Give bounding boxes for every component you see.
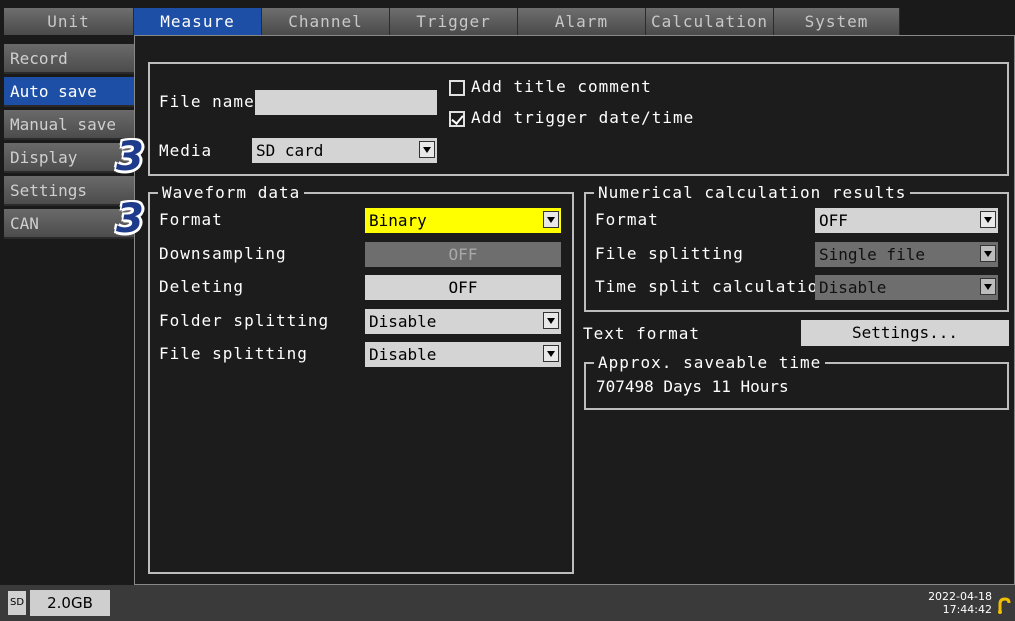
deleting-button[interactable]: OFF bbox=[365, 275, 561, 300]
sidebar-item-auto-save[interactable]: Auto save bbox=[4, 77, 134, 107]
tab-calculation[interactable]: Calculation bbox=[646, 8, 774, 35]
numerical-format-label: Format bbox=[595, 210, 659, 229]
numerical-panel-title: Numerical calculation results bbox=[594, 183, 911, 202]
chevron-down-icon bbox=[419, 141, 435, 158]
downsampling-label: Downsampling bbox=[159, 244, 287, 263]
waveform-file-splitting-value: Disable bbox=[369, 345, 437, 364]
storage-capacity: 2.0GB bbox=[30, 590, 110, 616]
waveform-file-splitting-label: File splitting bbox=[159, 344, 308, 363]
chevron-down-icon bbox=[980, 278, 996, 295]
add-trigger-datetime-checkbox[interactable] bbox=[449, 111, 465, 127]
sidebar-item-display[interactable]: Display bbox=[4, 143, 134, 173]
waveform-format-value: Binary bbox=[369, 211, 427, 230]
clock: 2022-04-18 17:44:42 bbox=[922, 590, 992, 616]
waveform-panel-title: Waveform data bbox=[158, 183, 305, 202]
chevron-down-icon bbox=[543, 345, 559, 362]
sidebar-item-can[interactable]: CAN bbox=[4, 209, 134, 239]
key-lock-icon bbox=[997, 596, 1011, 614]
file-name-input[interactable] bbox=[255, 90, 437, 115]
numerical-file-splitting-select[interactable]: Single file bbox=[815, 242, 998, 267]
saveable-time-value: 707498 Days 11 Hours bbox=[596, 377, 789, 396]
sidebar-item-settings[interactable]: Settings bbox=[4, 176, 134, 206]
tab-channel[interactable]: Channel bbox=[262, 8, 390, 35]
tab-measure[interactable]: Measure bbox=[134, 8, 262, 35]
waveform-file-splitting-select[interactable]: Disable bbox=[365, 342, 561, 367]
time-split-label: Time split calculation bbox=[595, 277, 829, 296]
sidebar-item-manual-save[interactable]: Manual save bbox=[4, 110, 134, 140]
time-split-select[interactable]: Disable bbox=[815, 275, 998, 300]
chevron-down-icon bbox=[543, 312, 559, 329]
tab-unit[interactable]: Unit bbox=[4, 8, 134, 35]
media-label: Media bbox=[159, 141, 213, 160]
deleting-label: Deleting bbox=[159, 277, 245, 296]
clock-date: 2022-04-18 bbox=[928, 590, 992, 603]
numerical-file-splitting-value: Single file bbox=[819, 245, 925, 264]
clock-time: 17:44:42 bbox=[942, 603, 992, 616]
numerical-file-splitting-label: File splitting bbox=[595, 244, 744, 263]
media-value: SD card bbox=[256, 141, 324, 160]
chevron-down-icon bbox=[980, 211, 996, 228]
text-format-settings-button[interactable]: Settings... bbox=[801, 320, 1009, 346]
saveable-time-title: Approx. saveable time bbox=[594, 353, 826, 372]
chevron-down-icon bbox=[980, 245, 996, 262]
sd-card-icon: SD bbox=[8, 591, 26, 615]
add-trigger-datetime-label: Add trigger date/time bbox=[471, 108, 695, 127]
sidebar-item-record[interactable]: Record bbox=[4, 44, 134, 74]
downsampling-button[interactable]: OFF bbox=[365, 242, 561, 267]
folder-splitting-value: Disable bbox=[369, 312, 437, 331]
tab-alarm[interactable]: Alarm bbox=[518, 8, 646, 35]
tab-trigger[interactable]: Trigger bbox=[390, 8, 518, 35]
chevron-down-icon bbox=[543, 211, 559, 228]
waveform-format-label: Format bbox=[159, 210, 223, 229]
tab-system[interactable]: System bbox=[774, 8, 900, 35]
folder-splitting-select[interactable]: Disable bbox=[365, 309, 561, 334]
text-format-label: Text format bbox=[583, 324, 700, 343]
status-bar bbox=[0, 585, 1015, 621]
add-title-comment-label: Add title comment bbox=[471, 77, 652, 96]
numerical-format-value: OFF bbox=[819, 211, 848, 230]
media-select[interactable]: SD card bbox=[252, 138, 437, 163]
numerical-format-select[interactable]: OFF bbox=[815, 208, 998, 233]
folder-splitting-label: Folder splitting bbox=[159, 311, 330, 330]
step-callout-media: 3 bbox=[116, 134, 144, 180]
add-title-comment-checkbox[interactable] bbox=[449, 80, 465, 96]
step-callout-format: 3 bbox=[116, 196, 144, 242]
file-name-label: File name bbox=[159, 92, 255, 111]
waveform-format-select[interactable]: Binary bbox=[365, 208, 561, 233]
time-split-value: Disable bbox=[819, 278, 887, 297]
